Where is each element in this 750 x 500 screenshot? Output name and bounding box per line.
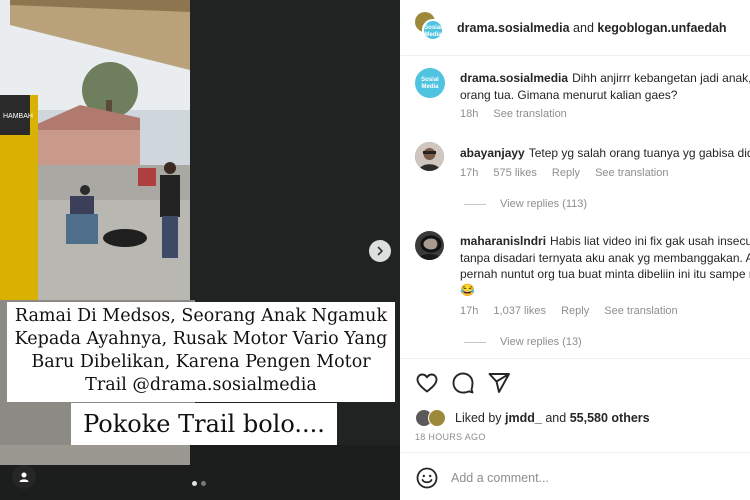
subtitle-text: Pokoke Trail bolo.... bbox=[83, 410, 325, 438]
post-caption-cont: orang tua. Gimana menurut kalian gaes? bbox=[460, 87, 750, 104]
comment-time: 17h bbox=[460, 167, 479, 179]
comment-meta: 17h 1,037 likes Reply See translation bbox=[460, 305, 690, 317]
see-translation-button[interactable]: See translation bbox=[595, 167, 668, 179]
video-caption: Ramai Di Medsos, Seorang Anak Ngamuk Kep… bbox=[7, 302, 395, 402]
caption-time: 18h bbox=[460, 108, 479, 120]
author-username[interactable]: drama.sosialmedia bbox=[457, 21, 570, 35]
avatar-text: Sosial Media bbox=[421, 77, 439, 90]
smiley-icon[interactable] bbox=[415, 466, 439, 490]
header-divider bbox=[401, 55, 750, 56]
view-replies-label: View replies (113) bbox=[500, 198, 588, 210]
caption-text: orang tua. Gimana menurut kalian gaes? bbox=[460, 88, 678, 102]
comment-text: pernah nuntut org tua buat minta dibelii… bbox=[460, 267, 750, 281]
caption-avatar[interactable]: Sosial Media bbox=[415, 68, 445, 98]
comment-username[interactable]: abayanjayy bbox=[460, 146, 525, 160]
comment-text: Tetep yg salah orang tuanya yg gabisa di… bbox=[528, 146, 750, 160]
comment-text-row: abayanjayy Tetep yg salah orang tuanya yg… bbox=[460, 145, 750, 162]
liked-joiner: and bbox=[545, 411, 567, 425]
caption-line: Baru Dibelikan, Karena Pengen Motor bbox=[31, 352, 371, 372]
reply-button[interactable]: Reply bbox=[552, 167, 580, 179]
caption-username[interactable]: drama.sosialmedia bbox=[460, 71, 568, 85]
reply-button[interactable]: Reply bbox=[561, 305, 589, 317]
video-subtitle: Pokoke Trail bolo.... bbox=[71, 403, 337, 445]
comment-icon[interactable] bbox=[451, 371, 475, 395]
comment-text: Habis liat video ini fix gak usah insecu… bbox=[550, 234, 750, 248]
composer-divider bbox=[401, 452, 750, 453]
replies-line bbox=[464, 341, 486, 343]
view-replies-button[interactable]: View replies (13) bbox=[464, 336, 582, 348]
carousel-indicator bbox=[192, 481, 206, 486]
comment-likes[interactable]: 1,037 likes bbox=[493, 305, 546, 317]
comment-text-cont: 😂 bbox=[460, 282, 750, 299]
post-timestamp: 18 HOURS AGO bbox=[415, 432, 486, 442]
see-translation-button[interactable]: See translation bbox=[493, 108, 566, 120]
view-replies-button[interactable]: View replies (113) bbox=[464, 198, 587, 210]
comment-text-cont: tanpa disadari ternyata aku anak yg memb… bbox=[460, 250, 750, 267]
person-photo-icon bbox=[415, 142, 444, 171]
liked-others[interactable]: 55,580 others bbox=[570, 411, 650, 425]
post-header: drama.sosialmedia and kegoblogan.unfaeda… bbox=[457, 21, 727, 35]
liker-avatar[interactable] bbox=[428, 409, 446, 427]
comment-likes[interactable]: 575 likes bbox=[493, 167, 536, 179]
person-photo-icon bbox=[415, 231, 444, 260]
comment-meta: 17h 575 likes Reply See translation bbox=[460, 167, 680, 179]
comment-text-row: maharanislndri Habis liat video ini fix g… bbox=[460, 233, 750, 250]
carousel-dot-active bbox=[192, 481, 197, 486]
commenter-avatar[interactable] bbox=[415, 231, 444, 260]
see-translation-button[interactable]: See translation bbox=[604, 305, 677, 317]
heart-icon[interactable] bbox=[415, 371, 439, 395]
collaborator-username[interactable]: kegoblogan.unfaedah bbox=[597, 21, 726, 35]
post-media[interactable]: HAMBAH Ramai Di Medsos, Seorang Anak Nga… bbox=[0, 0, 400, 500]
caption-text: Dihh anjirrr kebangetan jadi anak, gak t… bbox=[572, 71, 750, 85]
add-comment-input[interactable] bbox=[451, 470, 741, 486]
share-icon[interactable] bbox=[487, 371, 511, 395]
view-replies-label: View replies (13) bbox=[500, 336, 582, 348]
caption-line: Kepada Ayahnya, Rusak Motor Vario Yang bbox=[14, 329, 388, 349]
next-media-button[interactable] bbox=[369, 240, 391, 262]
comment-text-cont: pernah nuntut org tua buat minta dibelii… bbox=[460, 266, 750, 283]
user-tag-button[interactable] bbox=[12, 465, 36, 489]
caption-line: Trail @drama.sosialmedia bbox=[85, 375, 317, 395]
sign-text: HAMBAH bbox=[3, 113, 33, 120]
avatar-text: Sosial Media bbox=[424, 25, 442, 38]
author-avatar[interactable]: Sosial Media bbox=[422, 19, 444, 41]
caption-meta: 18h See translation bbox=[460, 108, 579, 120]
caption-line: Ramai Di Medsos, Seorang Anak Ngamuk bbox=[14, 306, 388, 326]
liked-prefix: Liked by bbox=[455, 411, 502, 425]
comments-divider bbox=[401, 358, 750, 359]
likes-summary: Liked by jmdd_ and 55,580 others bbox=[455, 411, 650, 425]
comment-time: 17h bbox=[460, 305, 479, 317]
commenter-avatar[interactable] bbox=[415, 142, 444, 171]
comment-emoji: 😂 bbox=[460, 283, 475, 297]
comment-username[interactable]: maharanislndri bbox=[460, 234, 546, 248]
replies-line bbox=[464, 203, 486, 205]
header-joiner: and bbox=[573, 21, 594, 35]
user-tag-icon bbox=[19, 472, 29, 482]
post-caption: drama.sosialmedia Dihh anjirrr kebangetan… bbox=[460, 70, 750, 87]
comment-text: tanpa disadari ternyata aku anak yg memb… bbox=[460, 251, 750, 265]
liked-user[interactable]: jmdd_ bbox=[505, 411, 542, 425]
carousel-dot bbox=[201, 481, 206, 486]
chevron-right-icon bbox=[377, 246, 384, 256]
post-sidebar: Sosial Media drama.sosialmedia and kegob… bbox=[401, 0, 750, 500]
